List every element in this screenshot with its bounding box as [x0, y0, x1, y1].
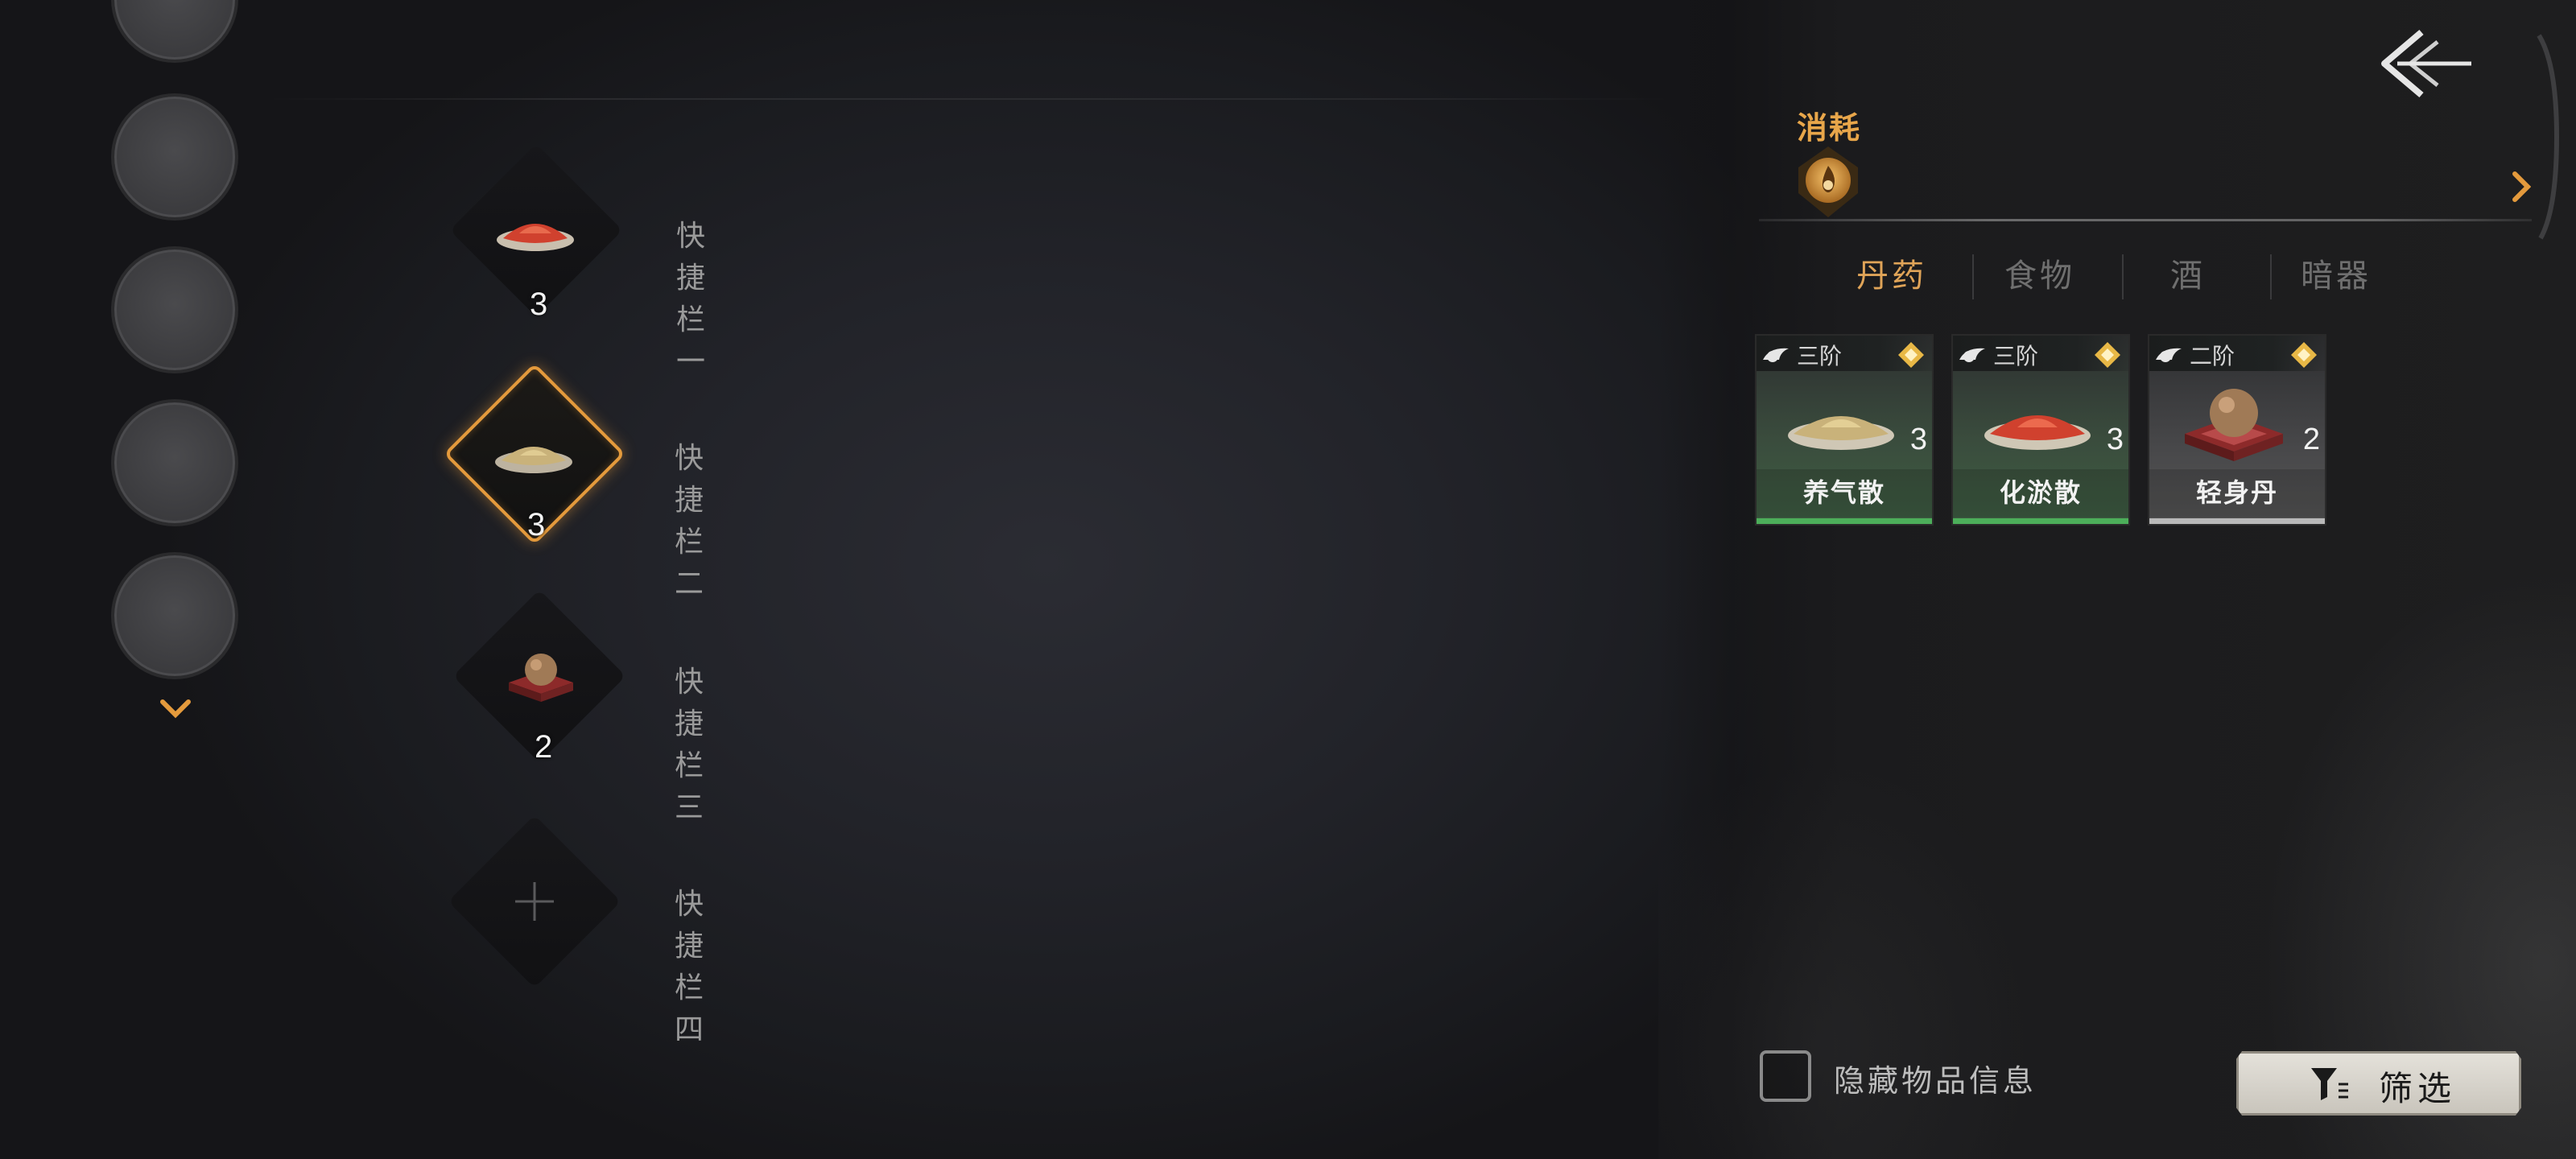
tier-icon [1763, 348, 1789, 362]
back-arrow-icon[interactable] [2373, 27, 2475, 100]
filter-icon [2311, 1068, 2348, 1100]
item-card[interactable]: 三阶 3 化淤散 [1951, 334, 2130, 526]
rarity-bar [2149, 518, 2325, 524]
item-card[interactable]: 三阶 3 养气散 [1755, 334, 1934, 526]
chevron-right-icon[interactable] [2512, 171, 2531, 203]
nav-circle-5[interactable] [111, 552, 238, 679]
diamond-badge-icon [2095, 342, 2120, 368]
hide-info-label: 隐藏物品信息 [1834, 1063, 2037, 1099]
nav-circle-2[interactable] [111, 93, 238, 221]
filter-button[interactable]: 筛选 [2236, 1051, 2521, 1116]
rarity-bar [1757, 518, 1932, 524]
category-divider [1759, 219, 2532, 221]
diamond-badge-icon [2291, 342, 2317, 368]
item-count: 3 [1909, 423, 1927, 456]
slot-label: 快捷栏二 [675, 442, 707, 600]
plus-icon [515, 882, 554, 921]
slot-count: 2 [535, 729, 553, 765]
slot-label: 快捷栏一 [676, 220, 708, 378]
category-title: 消耗 [1797, 110, 1862, 146]
yellow-powder-icon [1788, 416, 1894, 450]
item-count: 3 [2106, 423, 2124, 456]
hide-info-checkbox[interactable] [1760, 1050, 1811, 1102]
nav-circle-1[interactable] [111, 0, 238, 63]
nav-circle-3[interactable] [111, 246, 238, 373]
red-powder-icon [1984, 415, 2091, 450]
slot-label: 快捷栏三 [675, 666, 707, 824]
panel-edge-decoration [2537, 34, 2560, 240]
tier-icon [2156, 348, 2182, 362]
filter-label: 筛选 [2379, 1069, 2457, 1108]
item-name: 化淤散 [1999, 477, 2082, 508]
consumable-category-icon[interactable] [1794, 143, 1863, 221]
yellow-powder-icon [495, 447, 572, 473]
diamond-badge-icon [1898, 342, 1924, 368]
slot-count: 3 [530, 287, 548, 322]
slot-count: 3 [527, 507, 546, 542]
item-card[interactable]: 二阶 2 轻身丹 [2148, 334, 2326, 526]
tab-pills[interactable]: 丹药 [1819, 250, 1964, 296]
item-count: 2 [2302, 423, 2320, 456]
item-name: 养气散 [1802, 477, 1885, 508]
rarity-bar [1953, 518, 2128, 524]
pill-on-box-icon [2185, 389, 2283, 461]
nav-circle-4[interactable] [111, 399, 238, 526]
slot-label: 快捷栏四 [675, 888, 707, 1046]
chevron-down-icon[interactable] [159, 699, 192, 720]
red-powder-icon [497, 224, 574, 251]
item-tier: 三阶 [1797, 343, 1843, 369]
item-tier: 三阶 [1993, 343, 2039, 369]
top-divider [266, 98, 1674, 100]
tab-wine[interactable]: 酒 [2116, 250, 2260, 296]
item-name: 轻身丹 [2195, 477, 2278, 508]
pill-on-box-icon [509, 654, 573, 702]
tier-icon [1959, 348, 1985, 362]
tab-hidden-weapons[interactable]: 暗器 [2264, 250, 2409, 296]
tab-food[interactable]: 食物 [1967, 250, 2112, 296]
item-tabs: 丹药 食物 酒 暗器 [1819, 250, 2431, 299]
item-tier: 二阶 [2190, 343, 2235, 369]
